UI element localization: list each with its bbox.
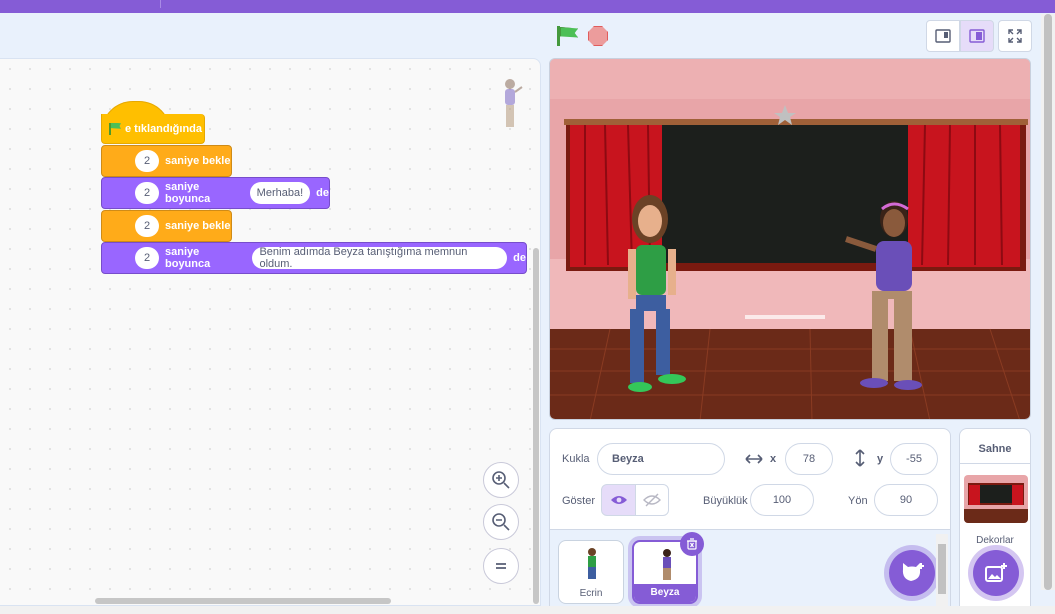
fullscreen-icon xyxy=(1008,29,1022,43)
sprite-list-scrollbar[interactable] xyxy=(936,534,948,606)
say-suffix: de xyxy=(513,252,526,264)
wait-label: saniye bekle xyxy=(165,220,231,232)
say-label: saniye boyunca xyxy=(165,246,211,270)
hat-bar: e tıklandığında xyxy=(101,114,205,144)
hide-sprite-button[interactable] xyxy=(635,484,669,516)
menu-separator xyxy=(160,0,161,8)
wait-block-1[interactable]: 2 saniye bekle xyxy=(101,145,232,177)
y-label: y xyxy=(877,453,884,465)
size-label: Büyüklük xyxy=(703,495,748,507)
stage-header xyxy=(546,14,1036,58)
stop-icon[interactable] xyxy=(588,26,608,46)
fullscreen-button[interactable] xyxy=(998,20,1032,52)
code-workspace[interactable]: e tıklandığında 2 saniye bekle 2 saniye … xyxy=(0,58,541,606)
backdrop-thumbnail[interactable] xyxy=(964,475,1028,523)
x-label: x xyxy=(770,453,777,465)
large-stage-icon xyxy=(969,29,985,43)
sprite-costume-image xyxy=(588,548,596,579)
page-horizontal-scrollbar[interactable] xyxy=(0,606,1055,614)
wait-seconds-input[interactable]: 2 xyxy=(135,150,159,172)
zoom-reset-button[interactable] xyxy=(483,548,519,584)
wait-seconds-input[interactable]: 2 xyxy=(135,215,159,237)
delete-sprite-button[interactable] xyxy=(680,532,704,556)
sprite-thumb-name: Ecrin xyxy=(579,588,603,599)
small-stage-icon xyxy=(935,29,951,43)
small-stage-button[interactable] xyxy=(926,20,960,52)
sprite-thumb-name: Beyza xyxy=(634,584,696,602)
menu-bar xyxy=(0,0,1055,13)
x-input[interactable]: 78 xyxy=(785,443,833,475)
say-text-input[interactable]: Merhaba! xyxy=(249,182,311,204)
y-position-icon xyxy=(855,449,865,467)
trash-icon xyxy=(687,538,697,550)
wait-label: saniye bekle xyxy=(165,155,231,167)
wait-block-2[interactable]: 2 saniye bekle xyxy=(101,210,232,242)
green-flag-button[interactable] xyxy=(556,26,578,46)
image-plus-icon xyxy=(985,563,1007,582)
size-input[interactable]: 100 xyxy=(750,484,814,516)
green-flag-icon xyxy=(108,122,121,135)
add-sprite-button[interactable] xyxy=(889,550,935,596)
page-vertical-scrollbar[interactable] xyxy=(1041,14,1055,590)
stage-scene xyxy=(550,59,1030,419)
sprite-info-panel: Kukla Beyza x 78 y -55 Göster Büyüklük 1… xyxy=(549,428,951,608)
direction-input[interactable]: 90 xyxy=(874,484,938,516)
sprite-preview-icon xyxy=(505,79,523,127)
zoom-reset-icon xyxy=(496,563,506,569)
large-stage-button[interactable] xyxy=(960,20,994,52)
sprite-thumb-ecrin[interactable]: Ecrin xyxy=(558,540,624,604)
say-for-secs-block-2[interactable]: 2 saniye boyunca Benim adımda Beyza tanı… xyxy=(101,242,527,274)
workspace-vertical-scrollbar[interactable] xyxy=(533,248,539,604)
x-position-icon xyxy=(745,454,763,464)
direction-label: Yön xyxy=(848,495,868,507)
cat-plus-icon xyxy=(902,563,924,581)
sprite-costume-image xyxy=(663,549,671,580)
show-sprite-button[interactable] xyxy=(601,484,636,516)
zoom-in-button[interactable] xyxy=(483,462,519,498)
say-text-input[interactable]: Benim adımda Beyza tanıştığıma memnun ol… xyxy=(252,246,508,270)
say-suffix: de xyxy=(316,187,329,199)
add-backdrop-button[interactable] xyxy=(973,550,1019,596)
zoom-out-button[interactable] xyxy=(483,504,519,540)
stage-title: Sahne xyxy=(978,443,1012,455)
sprite-name-input[interactable]: Beyza xyxy=(597,443,725,475)
backdrop-image xyxy=(964,475,1028,523)
say-seconds-input[interactable]: 2 xyxy=(135,182,159,204)
sprite-name-label: Kukla xyxy=(562,453,590,465)
zoom-in-icon xyxy=(492,471,510,489)
backdrops-label: Dekorlar xyxy=(976,535,1014,546)
say-seconds-input[interactable]: 2 xyxy=(135,247,159,269)
sprite-list: Ecrin Beyza xyxy=(550,529,950,607)
say-for-secs-block-1[interactable]: 2 saniye boyunca Merhaba! de xyxy=(101,177,330,209)
sprite-thumb-beyza[interactable]: Beyza xyxy=(632,532,704,604)
workspace-horizontal-scrollbar[interactable] xyxy=(95,598,391,604)
green-flag-icon xyxy=(557,26,560,46)
zoom-out-icon xyxy=(492,513,510,531)
show-label: Göster xyxy=(562,495,596,507)
eye-icon xyxy=(610,496,627,504)
stage-canvas[interactable] xyxy=(549,58,1031,420)
eye-slash-icon xyxy=(643,493,661,507)
y-input[interactable]: -55 xyxy=(890,443,938,475)
say-label: saniye boyunca xyxy=(165,181,211,205)
hat-label: e tıklandığında xyxy=(125,122,203,135)
stage-selector-panel[interactable]: Sahne Dekorlar xyxy=(959,428,1031,608)
